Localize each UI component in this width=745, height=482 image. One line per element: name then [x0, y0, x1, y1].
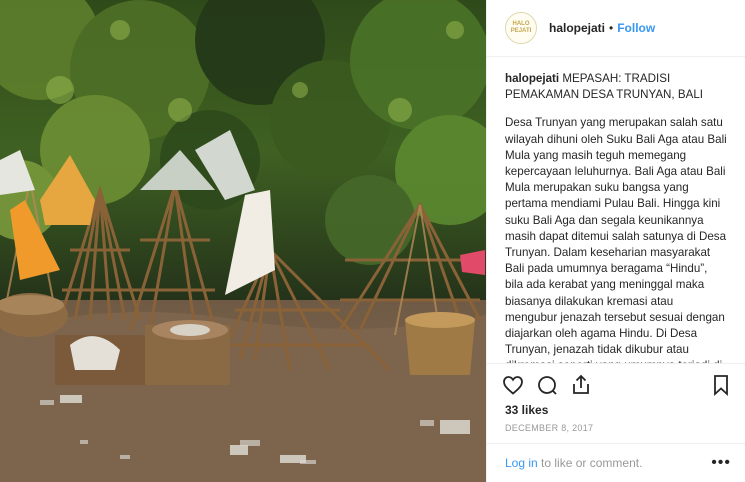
avatar[interactable]: HALO PEJATI — [505, 12, 537, 44]
post-header: HALO PEJATI halopejati • Follow — [487, 0, 745, 57]
comment-icon[interactable] — [535, 373, 559, 397]
post-date: DECEMBER 8, 2017 — [505, 423, 594, 433]
post-sidebar: HALO PEJATI halopejati • Follow halopeja… — [486, 0, 745, 482]
login-prompt-text: to like or comment. — [537, 456, 643, 470]
caption-title-line: halopejati MEPASAH: TRADISI PEMAKAMAN DE… — [505, 71, 727, 103]
bookmark-icon[interactable] — [709, 373, 733, 397]
post-photo[interactable] — [0, 0, 486, 482]
action-bar — [487, 363, 745, 397]
avatar-text: HALO PEJATI — [510, 21, 532, 34]
header-separator: • — [609, 21, 614, 35]
share-icon[interactable] — [569, 373, 593, 397]
likes-count[interactable]: 33 likes — [487, 397, 745, 417]
caption-username[interactable]: halopejati — [505, 72, 559, 85]
header-username[interactable]: halopejati — [549, 21, 605, 35]
login-link[interactable]: Log in — [505, 456, 538, 470]
comment-bar: Log in to like or comment. ••• — [487, 443, 745, 482]
caption-body: Desa Trunyan yang merupakan salah satu w… — [505, 116, 727, 363]
instagram-post: HALO PEJATI halopejati • Follow halopeja… — [0, 0, 745, 482]
cemetery-photo-illustration — [0, 0, 486, 482]
post-caption: halopejati MEPASAH: TRADISI PEMAKAMAN DE… — [487, 57, 745, 363]
follow-button[interactable]: Follow — [617, 21, 655, 35]
heart-icon[interactable] — [501, 373, 525, 397]
more-options-icon[interactable]: ••• — [711, 454, 731, 472]
